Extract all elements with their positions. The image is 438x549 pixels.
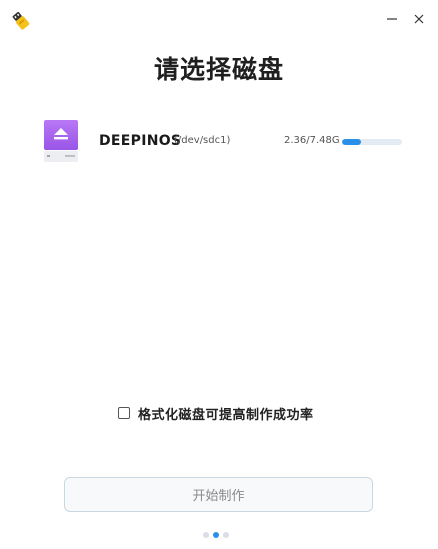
minimize-icon — [386, 10, 398, 29]
disk-usage-text: 2.36/7.48G — [284, 135, 340, 146]
page-indicator — [203, 532, 229, 538]
format-checkbox[interactable] — [118, 407, 130, 419]
page-dot — [203, 532, 209, 538]
usb-drive-icon — [11, 11, 31, 31]
disk-name: DEEPINOS — [99, 133, 182, 149]
format-checkbox-label: 格式化磁盘可提高制作成功率 — [138, 407, 314, 423]
disk-path: (/dev/sdc1) — [174, 135, 231, 146]
page-dot — [213, 532, 219, 538]
disk-item-deepinos[interactable]: DEEPINOS (/dev/sdc1) 2.36/7.48G — [40, 118, 410, 168]
disk-usage-bar — [342, 139, 402, 145]
title-bar — [0, 0, 438, 40]
start-button[interactable]: 开始制作 — [64, 477, 373, 512]
disk-usage-fill — [342, 139, 361, 145]
format-option[interactable]: 格式化磁盘可提高制作成功率 — [118, 404, 314, 423]
minimize-button[interactable] — [378, 6, 406, 32]
page-title: 请选择磁盘 — [153, 55, 284, 84]
close-button[interactable] — [405, 6, 433, 32]
page-dot — [223, 532, 229, 538]
removable-disk-icon — [44, 120, 78, 162]
close-icon — [413, 10, 425, 29]
